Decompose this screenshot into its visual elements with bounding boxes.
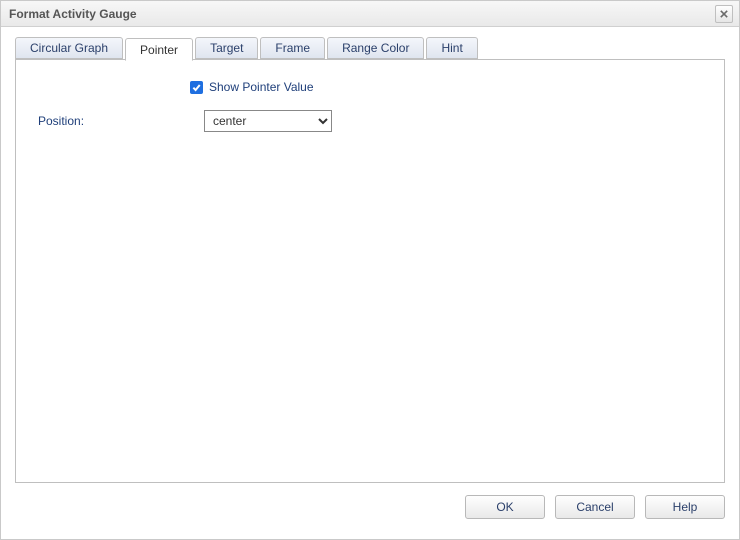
tab-label: Hint bbox=[441, 41, 462, 55]
tab-label: Target bbox=[210, 41, 243, 55]
check-icon bbox=[192, 83, 201, 92]
dialog-body: Circular Graph Pointer Target Frame Rang… bbox=[1, 27, 739, 539]
tab-strip: Circular Graph Pointer Target Frame Rang… bbox=[15, 37, 725, 60]
dialog-button-row: OK Cancel Help bbox=[15, 483, 725, 525]
show-pointer-value-row: Show Pointer Value bbox=[190, 80, 708, 94]
tab-label: Range Color bbox=[342, 41, 409, 55]
ok-button[interactable]: OK bbox=[465, 495, 545, 519]
tab-panel-pointer: Show Pointer Value Position: center bbox=[15, 59, 725, 483]
checkbox-box bbox=[190, 81, 203, 94]
tab-label: Frame bbox=[275, 41, 310, 55]
show-pointer-value-checkbox[interactable]: Show Pointer Value bbox=[190, 80, 314, 94]
button-label: Help bbox=[673, 500, 698, 514]
cancel-button[interactable]: Cancel bbox=[555, 495, 635, 519]
help-button[interactable]: Help bbox=[645, 495, 725, 519]
titlebar: Format Activity Gauge bbox=[1, 1, 739, 27]
close-button[interactable] bbox=[715, 5, 733, 23]
format-activity-gauge-dialog: Format Activity Gauge Circular Graph Poi… bbox=[0, 0, 740, 540]
position-select[interactable]: center bbox=[204, 110, 332, 132]
show-pointer-value-label: Show Pointer Value bbox=[209, 80, 314, 94]
tab-pointer[interactable]: Pointer bbox=[125, 38, 193, 61]
button-label: OK bbox=[496, 500, 513, 514]
tab-target[interactable]: Target bbox=[195, 37, 258, 59]
tab-frame[interactable]: Frame bbox=[260, 37, 325, 59]
tab-hint[interactable]: Hint bbox=[426, 37, 477, 59]
tab-circular-graph[interactable]: Circular Graph bbox=[15, 37, 123, 59]
tab-range-color[interactable]: Range Color bbox=[327, 37, 424, 59]
tab-label: Pointer bbox=[140, 43, 178, 57]
position-row: Position: center bbox=[32, 110, 708, 132]
close-icon bbox=[720, 10, 728, 18]
tab-label: Circular Graph bbox=[30, 41, 108, 55]
position-label: Position: bbox=[32, 114, 204, 128]
button-label: Cancel bbox=[576, 500, 613, 514]
dialog-title: Format Activity Gauge bbox=[9, 7, 715, 21]
